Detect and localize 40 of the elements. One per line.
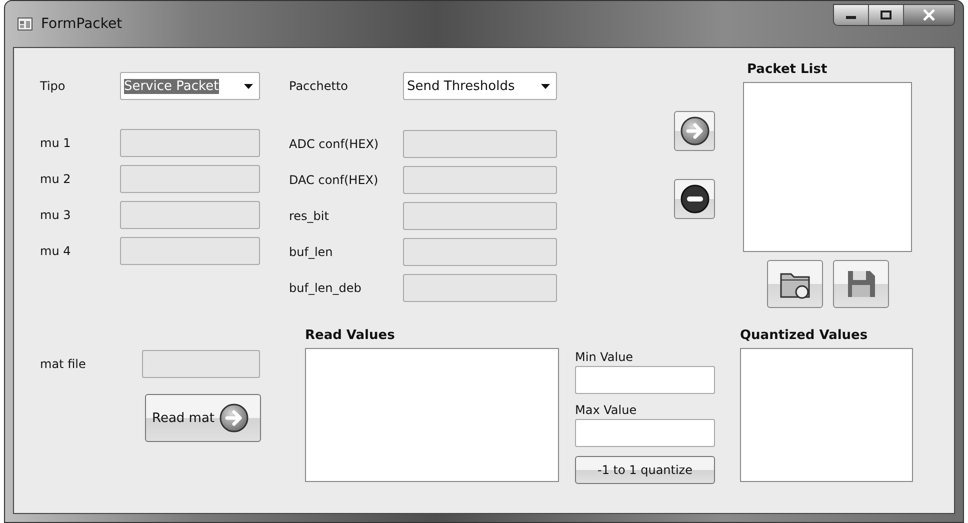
minimize-button[interactable] [834, 5, 869, 25]
dropdown-arrow-icon [244, 84, 253, 88]
list-title: Quantized Values [740, 328, 868, 345]
dropdown-arrow-icon [541, 84, 550, 88]
field-label: Pacchetto [289, 79, 349, 93]
add-button[interactable] [674, 111, 715, 151]
type-dropdown[interactable]: Service Packet [120, 72, 260, 100]
open-button[interactable] [766, 260, 822, 308]
list-title: Read Values [305, 328, 395, 345]
close-button[interactable] [904, 5, 954, 25]
list-title: Packet List [747, 62, 828, 79]
remove-button[interactable] [674, 179, 715, 219]
maximize-icon [880, 10, 892, 20]
field-label: Tipo [40, 79, 66, 93]
field-label: res_bit [289, 209, 330, 223]
save-button[interactable] [832, 260, 888, 308]
window-title: FormPacket [41, 16, 122, 32]
field-label: ADC conf(HEX) [289, 137, 380, 151]
field-label: buf_len [289, 245, 334, 259]
maximize-button[interactable] [869, 5, 904, 25]
text-field[interactable] [575, 419, 715, 447]
field-label: DAC conf(HEX) [289, 173, 380, 187]
field-label: mu 1 [40, 136, 72, 150]
quantize-button[interactable]: -1 to 1 quantize [575, 456, 715, 484]
quantized-values-list[interactable] [740, 348, 913, 482]
packet-list[interactable] [743, 82, 912, 252]
close-icon [922, 9, 936, 21]
text-field[interactable] [575, 366, 715, 394]
field-label: Min Value [575, 350, 634, 366]
field-label: mat file [40, 357, 87, 371]
field-label: mu 4 [40, 244, 72, 258]
packet-dropdown[interactable]: Send Thresholds [403, 72, 557, 100]
field-label: Max Value [575, 403, 638, 419]
read-mat-button[interactable]: Read mat [145, 394, 261, 442]
form-icon [17, 16, 33, 32]
minus-icon [680, 184, 710, 214]
field-label: mu 3 [40, 208, 72, 222]
field-label: buf_len_deb [289, 281, 362, 295]
field-label: mu 2 [40, 172, 72, 186]
read-values-list[interactable] [305, 348, 559, 482]
